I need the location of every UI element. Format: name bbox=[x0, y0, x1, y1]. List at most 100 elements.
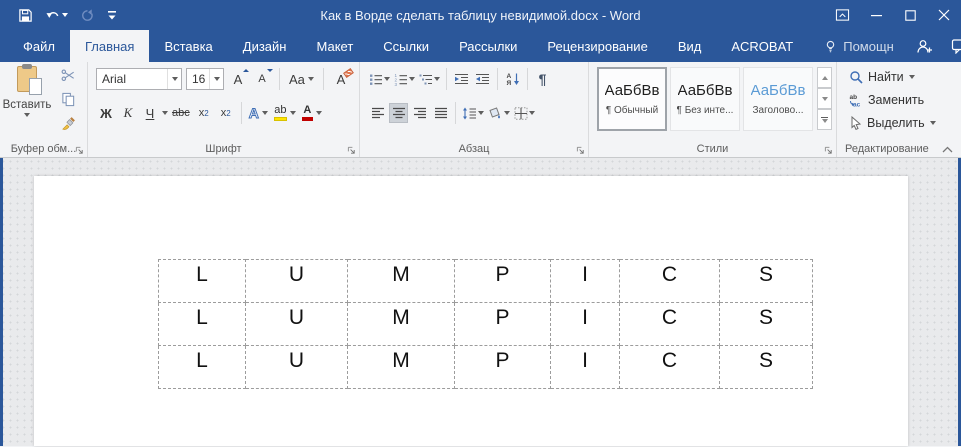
paragraph-dialog-launcher[interactable] bbox=[576, 146, 585, 155]
tab-view[interactable]: Вид bbox=[663, 30, 717, 62]
style-card-2[interactable]: АаБбВв Заголово... bbox=[743, 67, 813, 131]
tab-acrobat[interactable]: ACROBAT bbox=[716, 30, 808, 62]
styles-scroll-down-button[interactable] bbox=[817, 88, 832, 109]
table-cell[interactable]: U bbox=[245, 345, 348, 389]
select-button[interactable]: Выделить bbox=[849, 113, 936, 132]
tab-file[interactable]: Файл bbox=[8, 30, 70, 62]
line-spacing-button[interactable] bbox=[461, 103, 485, 123]
table-cell[interactable]: U bbox=[245, 302, 348, 346]
numbering-button[interactable]: 123 bbox=[393, 69, 416, 89]
table-cell[interactable]: C bbox=[619, 259, 720, 303]
table-cell[interactable]: P bbox=[454, 345, 551, 389]
table-cell[interactable]: U bbox=[245, 259, 348, 303]
show-hide-pilcrow-button[interactable]: ¶ bbox=[533, 69, 552, 89]
tab-design[interactable]: Дизайн bbox=[228, 30, 302, 62]
table-cell[interactable]: I bbox=[550, 259, 620, 303]
tab-review[interactable]: Рецензирование bbox=[532, 30, 662, 62]
table-cell[interactable]: I bbox=[550, 345, 620, 389]
tab-references[interactable]: Ссылки bbox=[368, 30, 444, 62]
select-dropdown-arrow[interactable] bbox=[929, 120, 936, 125]
font-color-button[interactable]: А bbox=[300, 103, 324, 123]
table-cell[interactable]: M bbox=[347, 345, 455, 389]
comments-button[interactable] bbox=[945, 32, 961, 60]
highlight-button[interactable]: ab bbox=[272, 103, 298, 123]
underline-button[interactable]: Ч bbox=[140, 103, 160, 123]
paste-button[interactable]: Вставить bbox=[3, 64, 51, 136]
style-card-1[interactable]: АаБбВв ¶ Без инте... bbox=[670, 67, 740, 131]
decrease-indent-button[interactable] bbox=[452, 69, 471, 89]
table-cell[interactable]: M bbox=[347, 259, 455, 303]
table-cell[interactable]: L bbox=[158, 302, 246, 346]
format-painter-button[interactable] bbox=[58, 114, 78, 132]
bullets-button[interactable] bbox=[368, 69, 391, 89]
table-cell[interactable]: L bbox=[158, 345, 246, 389]
close-button[interactable] bbox=[927, 0, 961, 30]
tab-layout[interactable]: Макет bbox=[301, 30, 368, 62]
styles-more-button[interactable] bbox=[817, 109, 832, 130]
change-case-button[interactable]: Aa bbox=[287, 69, 316, 89]
font-name-combobox[interactable]: Arial bbox=[96, 68, 182, 90]
find-button[interactable]: Найти bbox=[849, 67, 936, 86]
table-cell[interactable]: S bbox=[719, 302, 813, 346]
table-cell[interactable]: P bbox=[454, 302, 551, 346]
tab-assistant[interactable]: Помощн bbox=[808, 30, 909, 62]
borders-button[interactable] bbox=[513, 103, 536, 123]
save-button[interactable] bbox=[14, 6, 37, 25]
shading-button[interactable] bbox=[487, 103, 511, 123]
styles-scroll-up-button[interactable] bbox=[817, 67, 832, 88]
table-cell[interactable]: C bbox=[619, 302, 720, 346]
font-name-dropdown-arrow[interactable] bbox=[167, 69, 181, 89]
redo-button-disabled[interactable] bbox=[76, 6, 99, 25]
align-left-button[interactable] bbox=[368, 103, 387, 123]
grow-font-button[interactable]: A bbox=[228, 69, 249, 89]
undo-button[interactable] bbox=[41, 6, 72, 25]
undo-dropdown-arrow[interactable] bbox=[62, 13, 68, 17]
subscript-button[interactable]: x2 bbox=[194, 103, 214, 123]
clear-formatting-button[interactable]: А bbox=[331, 67, 354, 89]
clipboard-dialog-launcher[interactable] bbox=[75, 146, 84, 155]
underline-dropdown-arrow[interactable] bbox=[162, 111, 168, 115]
sort-button[interactable]: А Я bbox=[503, 69, 522, 89]
style-card-0[interactable]: АаБбВв ¶ Обычный bbox=[597, 67, 667, 131]
shrink-font-button[interactable]: A bbox=[252, 69, 273, 89]
font-color-dropdown-arrow[interactable] bbox=[315, 111, 322, 115]
font-size-combobox[interactable]: 16 bbox=[186, 68, 224, 90]
table-cell[interactable]: S bbox=[719, 345, 813, 389]
copy-button[interactable] bbox=[58, 90, 78, 108]
customize-qat-button[interactable] bbox=[103, 7, 121, 23]
highlight-dropdown-arrow[interactable] bbox=[289, 111, 296, 115]
table-cell[interactable]: C bbox=[619, 345, 720, 389]
paste-dropdown-arrow[interactable] bbox=[24, 113, 30, 117]
document-page[interactable]: LUMPICS LUMPICS LUMPICS bbox=[34, 176, 908, 446]
align-right-button[interactable] bbox=[410, 103, 429, 123]
table-cell[interactable]: S bbox=[719, 259, 813, 303]
ribbon-display-options-button[interactable] bbox=[825, 0, 859, 30]
align-center-button[interactable] bbox=[389, 103, 408, 123]
font-size-dropdown-arrow[interactable] bbox=[209, 69, 223, 89]
styles-dialog-launcher[interactable] bbox=[824, 146, 833, 155]
maximize-button[interactable] bbox=[893, 0, 927, 30]
replace-button[interactable]: ab ac Заменить bbox=[849, 90, 936, 109]
table-cell[interactable]: I bbox=[550, 302, 620, 346]
bold-button[interactable]: Ж bbox=[96, 103, 116, 123]
text-effects-button[interactable]: А bbox=[247, 103, 270, 123]
cut-button[interactable] bbox=[58, 66, 78, 84]
strikethrough-button[interactable]: abc bbox=[170, 103, 192, 123]
minimize-button[interactable] bbox=[859, 0, 893, 30]
invisible-borders-table[interactable]: LUMPICS LUMPICS LUMPICS bbox=[158, 259, 813, 389]
tab-mailings[interactable]: Рассылки bbox=[444, 30, 532, 62]
font-dialog-launcher[interactable] bbox=[347, 146, 356, 155]
find-dropdown-arrow[interactable] bbox=[908, 74, 915, 79]
italic-button[interactable]: К bbox=[118, 103, 138, 123]
table-cell[interactable]: L bbox=[158, 259, 246, 303]
table-cell[interactable]: M bbox=[347, 302, 455, 346]
justify-button[interactable] bbox=[431, 103, 450, 123]
tab-home[interactable]: Главная bbox=[69, 30, 150, 62]
sign-in-button[interactable] bbox=[909, 32, 939, 60]
table-cell[interactable]: P bbox=[454, 259, 551, 303]
multilevel-list-button[interactable] bbox=[418, 69, 441, 89]
tab-insert[interactable]: Вставка bbox=[149, 30, 227, 62]
increase-indent-button[interactable] bbox=[473, 69, 492, 89]
collapse-ribbon-button[interactable] bbox=[942, 146, 953, 154]
superscript-button[interactable]: x2 bbox=[216, 103, 236, 123]
